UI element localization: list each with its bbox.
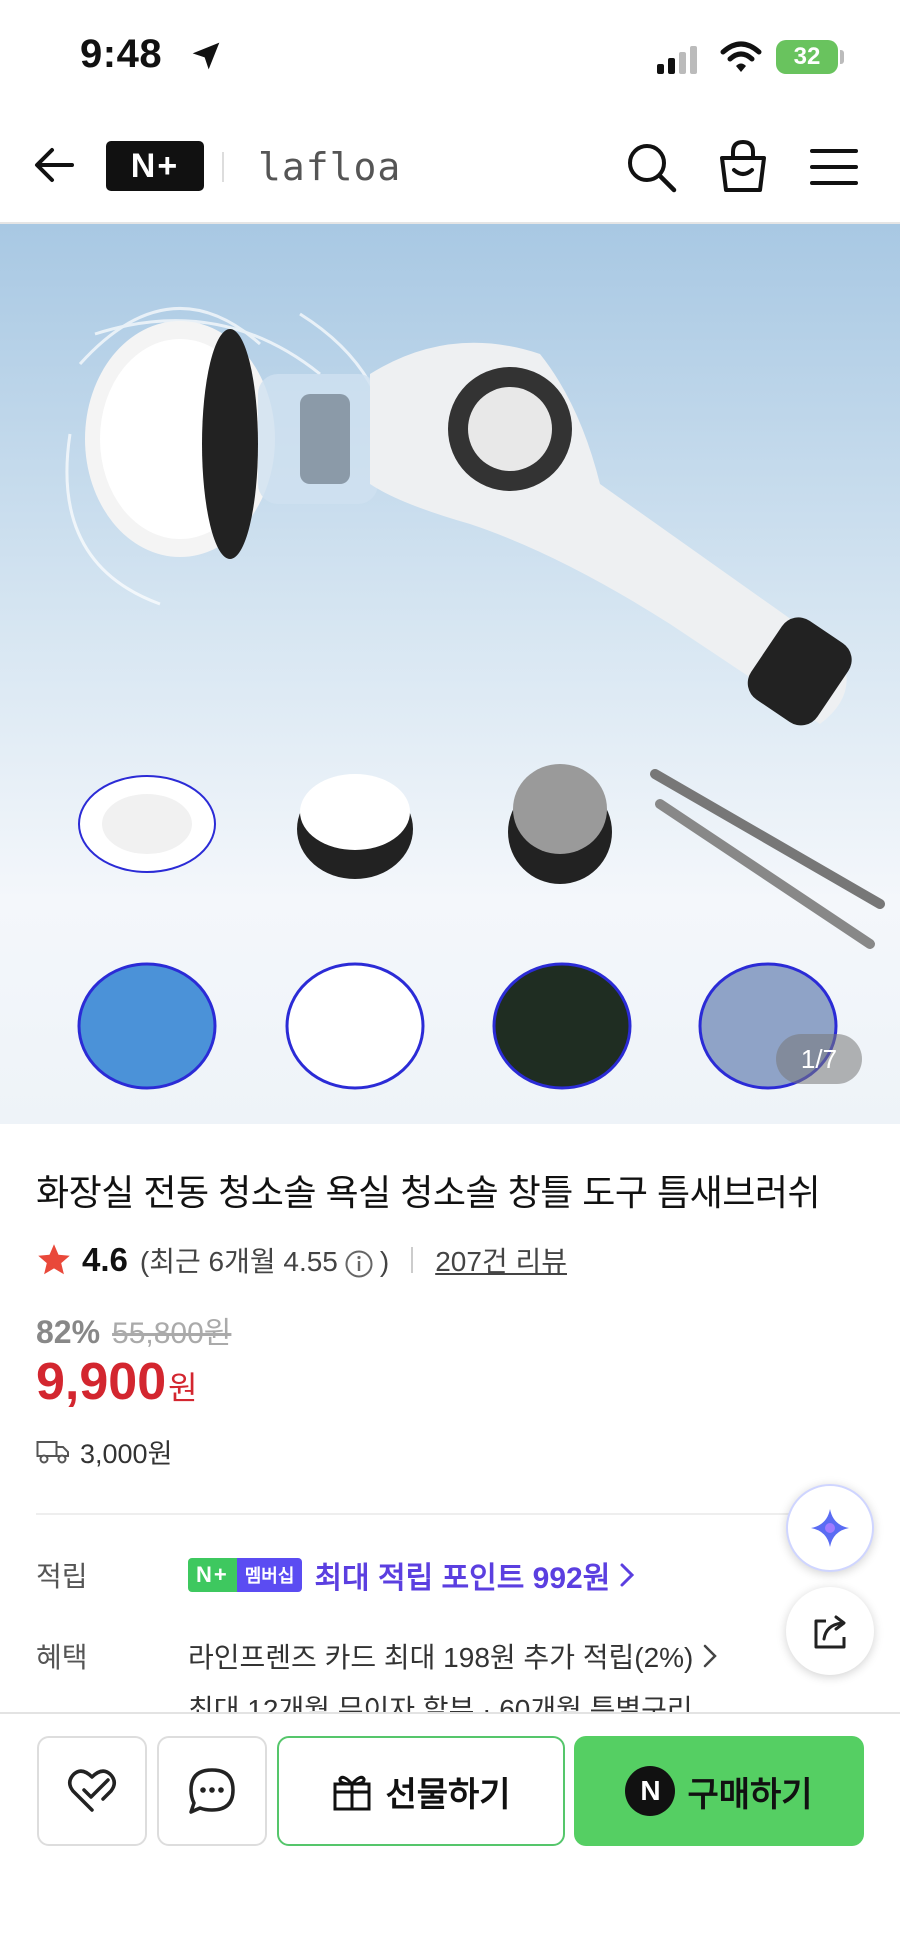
rating-divider bbox=[411, 1247, 414, 1273]
max-points-text: 최대 적립 포인트 992원 bbox=[314, 1562, 611, 1595]
info-icon[interactable] bbox=[344, 1249, 374, 1279]
product-title: 화장실 전동 청소솔 욕실 청소솔 창틀 도구 틈새브러쉬 bbox=[36, 1172, 821, 1213]
share-button[interactable] bbox=[786, 1587, 874, 1675]
sale-price: 9,900 bbox=[36, 1353, 167, 1411]
header-divider bbox=[222, 152, 224, 182]
section-divider bbox=[36, 1513, 802, 1515]
price-row: 9,900 원 bbox=[36, 1352, 198, 1412]
benefits-label: 혜택 bbox=[36, 1642, 88, 1673]
search-icon[interactable] bbox=[624, 140, 678, 194]
product-image-carousel[interactable]: 1/7 bbox=[0, 224, 900, 1124]
rating-value: 4.6 bbox=[82, 1241, 128, 1278]
gift-button-label: 선물하기 bbox=[385, 1775, 511, 1814]
shipping-row: 3,000원 bbox=[36, 1432, 172, 1471]
membership-badge: N+ 멤버십 bbox=[188, 1558, 303, 1592]
store-name[interactable]: lafloa bbox=[258, 145, 401, 189]
rating-row: 4.6 (최근 6개월 4.55) 207건 리뷰 bbox=[36, 1238, 567, 1282]
truck-icon bbox=[36, 1440, 69, 1463]
hamburger-menu-icon[interactable] bbox=[808, 142, 860, 192]
chevron-right-icon bbox=[620, 1563, 635, 1587]
buy-button[interactable]: N 구매하기 bbox=[574, 1736, 864, 1846]
top-nav-bar: N+ lafloa bbox=[0, 110, 900, 224]
battery-icon: 32 bbox=[776, 40, 838, 74]
discount-rate: 82% bbox=[36, 1314, 101, 1350]
heart-check-icon bbox=[68, 1769, 116, 1812]
battery-cap bbox=[840, 50, 844, 64]
membership-badge-text: 멤버십 bbox=[236, 1558, 303, 1592]
discount-row: 82% 55,800원 bbox=[36, 1308, 231, 1352]
product-photo bbox=[65, 306, 885, 1090]
review-count-link[interactable]: 207건 리뷰 bbox=[435, 1240, 567, 1280]
card-benefit-text: 라인프렌즈 카드 최대 198원 추가 적립(2%) bbox=[188, 1642, 694, 1673]
status-bar: 9:48 32 bbox=[0, 0, 900, 110]
recent-rating-close: ) bbox=[379, 1246, 390, 1277]
gift-icon bbox=[333, 1775, 371, 1811]
chat-bubble-icon bbox=[189, 1768, 235, 1814]
naver-pay-icon: N bbox=[625, 1766, 676, 1816]
price-unit: 원 bbox=[168, 1370, 198, 1406]
original-price: 55,800원 bbox=[112, 1317, 232, 1350]
star-icon bbox=[38, 1244, 70, 1275]
points-row[interactable]: 적립 N+ 멤버십 최대 적립 포인트 992원 bbox=[36, 1553, 816, 1597]
points-label: 적립 bbox=[36, 1561, 88, 1592]
share-icon bbox=[814, 1615, 846, 1649]
signal-icon bbox=[657, 46, 697, 74]
np-badge-logo: N+ bbox=[188, 1558, 237, 1592]
recent-rating-text: (최근 6개월 4.55 bbox=[139, 1246, 338, 1277]
bottom-action-bar: 선물하기 N 구매하기 bbox=[0, 1712, 900, 1947]
chevron-right-icon bbox=[704, 1644, 718, 1668]
gift-button[interactable]: 선물하기 bbox=[277, 1736, 565, 1846]
recent-rating: (최근 6개월 4.55) bbox=[140, 1240, 389, 1280]
ai-sparkle-icon bbox=[811, 1509, 849, 1547]
status-time: 9:48 bbox=[80, 32, 163, 76]
ai-assistant-button[interactable] bbox=[786, 1484, 874, 1572]
naver-plus-logo[interactable]: N+ bbox=[106, 141, 204, 191]
chat-button[interactable] bbox=[157, 1736, 267, 1846]
buy-button-label: 구매하기 bbox=[687, 1775, 813, 1814]
shipping-fee: 3,000원 bbox=[80, 1439, 173, 1469]
wifi-icon bbox=[720, 41, 762, 72]
shopping-bag-icon[interactable] bbox=[716, 138, 770, 194]
back-arrow-icon[interactable] bbox=[30, 140, 80, 190]
location-arrow-icon bbox=[192, 42, 220, 70]
image-counter: 1/7 bbox=[776, 1034, 862, 1084]
benefits-row[interactable]: 혜택 라인프렌즈 카드 최대 198원 추가 적립(2%) bbox=[36, 1634, 816, 1678]
wishlist-button[interactable] bbox=[37, 1736, 147, 1846]
battery-level: 32 bbox=[793, 43, 821, 70]
